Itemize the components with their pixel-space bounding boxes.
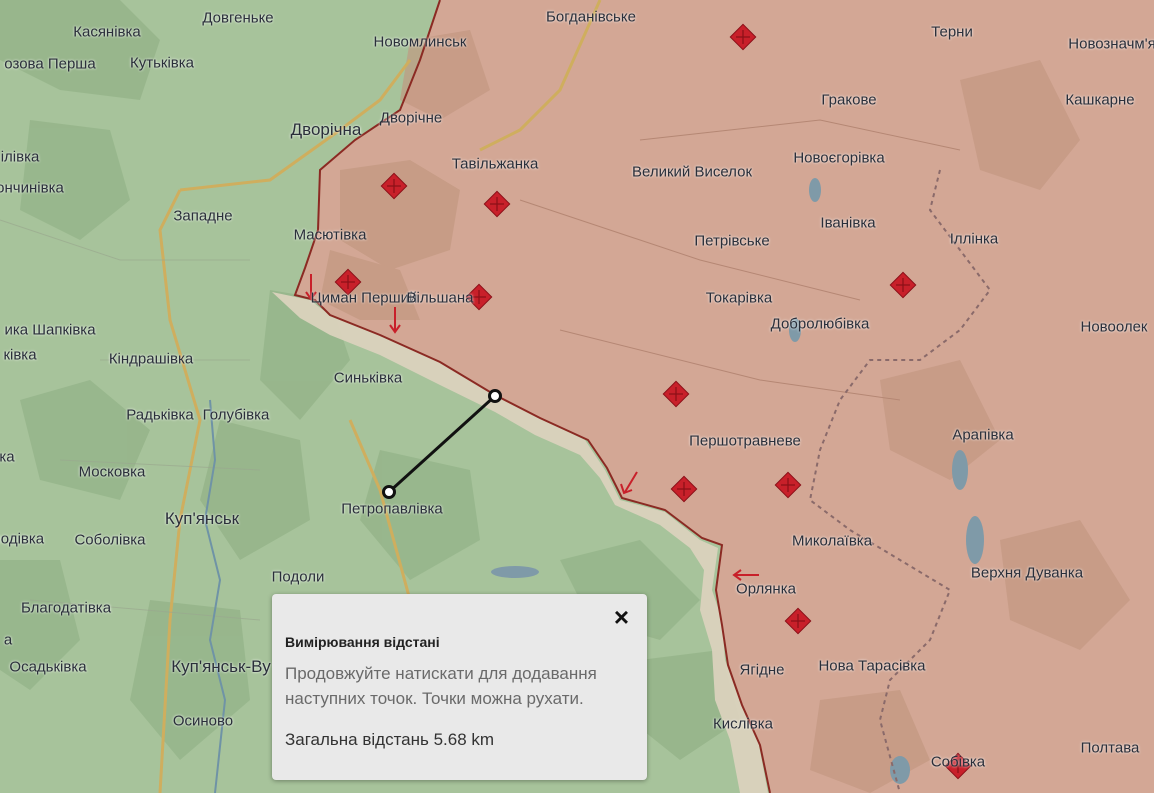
place-label: Новоолек bbox=[1080, 318, 1148, 336]
attack-marker-icon[interactable] bbox=[728, 22, 758, 52]
place-label: ика Шапківка bbox=[4, 321, 96, 339]
place-label: ківка bbox=[3, 346, 37, 364]
attack-arrow-icon bbox=[389, 307, 401, 334]
place-label: Довгеньке bbox=[202, 9, 274, 27]
place-label: Токарівка bbox=[705, 289, 773, 307]
place-label: Кашкарне bbox=[1065, 91, 1135, 109]
place-label: Осиново bbox=[172, 712, 234, 730]
place-label: Петрівське bbox=[694, 232, 770, 250]
place-label: Полтава bbox=[1080, 739, 1140, 757]
attack-marker-icon[interactable] bbox=[379, 171, 409, 201]
distance-measure-popup: × Вимірювання відстані Продовжуйте натис… bbox=[272, 594, 647, 780]
place-label: Першотравневе bbox=[689, 432, 801, 450]
place-label: Куп'янськ bbox=[164, 509, 240, 528]
place-label: Осадьківка bbox=[9, 658, 87, 676]
attack-marker-icon[interactable] bbox=[888, 270, 918, 300]
place-label: лодівка bbox=[0, 530, 45, 548]
attack-marker-icon[interactable] bbox=[482, 189, 512, 219]
place-label: Собівка bbox=[930, 753, 986, 771]
attack-marker-icon[interactable] bbox=[773, 470, 803, 500]
place-label: Куп'янськ-Ву bbox=[171, 657, 271, 676]
place-label: Петропавлівка bbox=[341, 500, 443, 518]
attack-arrow-icon bbox=[620, 471, 638, 495]
place-label: Тавільжанка bbox=[451, 155, 539, 173]
close-icon[interactable]: × bbox=[614, 604, 629, 630]
place-label: Благодатівка bbox=[20, 599, 112, 617]
place-label: Кіндрашівка bbox=[108, 350, 194, 368]
place-label: Іванівка bbox=[820, 214, 876, 232]
popup-description: Продовжуйте натискати для додавання наст… bbox=[285, 664, 597, 708]
place-label: а bbox=[3, 631, 13, 649]
popup-title: Вимірювання відстані bbox=[285, 634, 440, 650]
place-label: Кислівка bbox=[713, 715, 773, 733]
place-label: Голубівка bbox=[202, 406, 270, 424]
place-label: Ягідне bbox=[739, 661, 785, 679]
measure-point-start[interactable] bbox=[488, 389, 502, 403]
attack-marker-icon[interactable] bbox=[669, 474, 699, 504]
place-label: Орлянка bbox=[736, 580, 796, 598]
place-label: Новозначм'я bbox=[1068, 35, 1154, 53]
place-label: Верхня Дуванка bbox=[970, 564, 1084, 582]
place-label: Добролюбівка bbox=[770, 315, 870, 333]
place-label: Масютівка bbox=[293, 226, 367, 244]
place-label: Подоли bbox=[271, 568, 325, 586]
place-label: Западне bbox=[173, 207, 233, 225]
place-label: Дворічна bbox=[290, 120, 362, 139]
place-label: озова Перша bbox=[4, 55, 96, 73]
place-label: Касянівка bbox=[73, 23, 141, 41]
place-label: Терни bbox=[931, 23, 973, 41]
place-label: Великий Виселок bbox=[631, 163, 753, 181]
place-label: ілівка bbox=[0, 148, 40, 166]
place-label: Дворічне bbox=[379, 109, 443, 127]
place-label: Циман Перший bbox=[310, 289, 418, 307]
attack-marker-icon[interactable] bbox=[783, 606, 813, 636]
place-label: Вільшана bbox=[406, 289, 474, 307]
place-label: Гракове bbox=[821, 91, 877, 109]
place-label: Синьківка bbox=[333, 369, 403, 387]
place-label: Радьківка bbox=[126, 406, 194, 424]
place-label: Арапівка bbox=[952, 426, 1014, 444]
attack-marker-icon[interactable] bbox=[661, 379, 691, 409]
place-label: ончинівка bbox=[0, 179, 64, 197]
place-label: Новоєгорівка bbox=[793, 149, 885, 167]
place-label: Кутьківка bbox=[129, 54, 195, 72]
place-label: ка bbox=[0, 448, 15, 466]
place-label: Богданівське bbox=[546, 8, 636, 26]
place-label: Новомлинськ bbox=[373, 33, 467, 51]
measure-point-end[interactable] bbox=[382, 485, 396, 499]
place-label: Нова Тарасівка bbox=[818, 657, 926, 675]
place-label: Соболівка bbox=[74, 531, 146, 549]
place-label: Іллінка bbox=[949, 230, 999, 248]
place-label: Миколаївка bbox=[791, 532, 873, 550]
place-label: Московка bbox=[78, 463, 146, 481]
total-distance: Загальна відстань 5.68 km bbox=[285, 730, 495, 749]
